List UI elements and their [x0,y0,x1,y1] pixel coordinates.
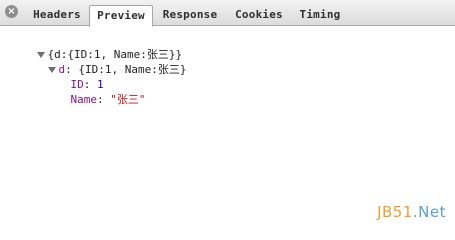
panel-tab-bar: × Headers Preview Response Cookies Timin… [0,0,455,27]
tab-cookies[interactable]: Cookies [228,5,290,26]
tab-headers[interactable]: Headers [26,5,88,26]
tree-root-row[interactable]: {d:{ID:1, Name:张三}} [10,34,182,61]
tree-prop-name: Name: "张三" [44,79,146,106]
property-value-name: "张三" [110,93,146,106]
watermark-part-2: .Net [412,203,446,221]
tab-timing[interactable]: Timing [294,5,346,26]
site-watermark: JB51.Net [377,203,446,221]
tab-preview[interactable]: Preview [89,5,153,27]
json-preview-tree: {d:{ID:1, Name:张三}} d: {ID:1, Name:张三} I… [0,26,455,228]
colon-separator: : [97,93,111,106]
close-icon[interactable]: × [5,5,18,18]
tree-d-row[interactable]: d: {ID:1, Name:张三} [21,49,186,76]
tab-response[interactable]: Response [156,5,224,26]
tree-prop-id: ID: 1 [44,64,104,91]
watermark-part-1: JB51 [377,203,413,221]
property-key-name: Name [70,93,98,106]
